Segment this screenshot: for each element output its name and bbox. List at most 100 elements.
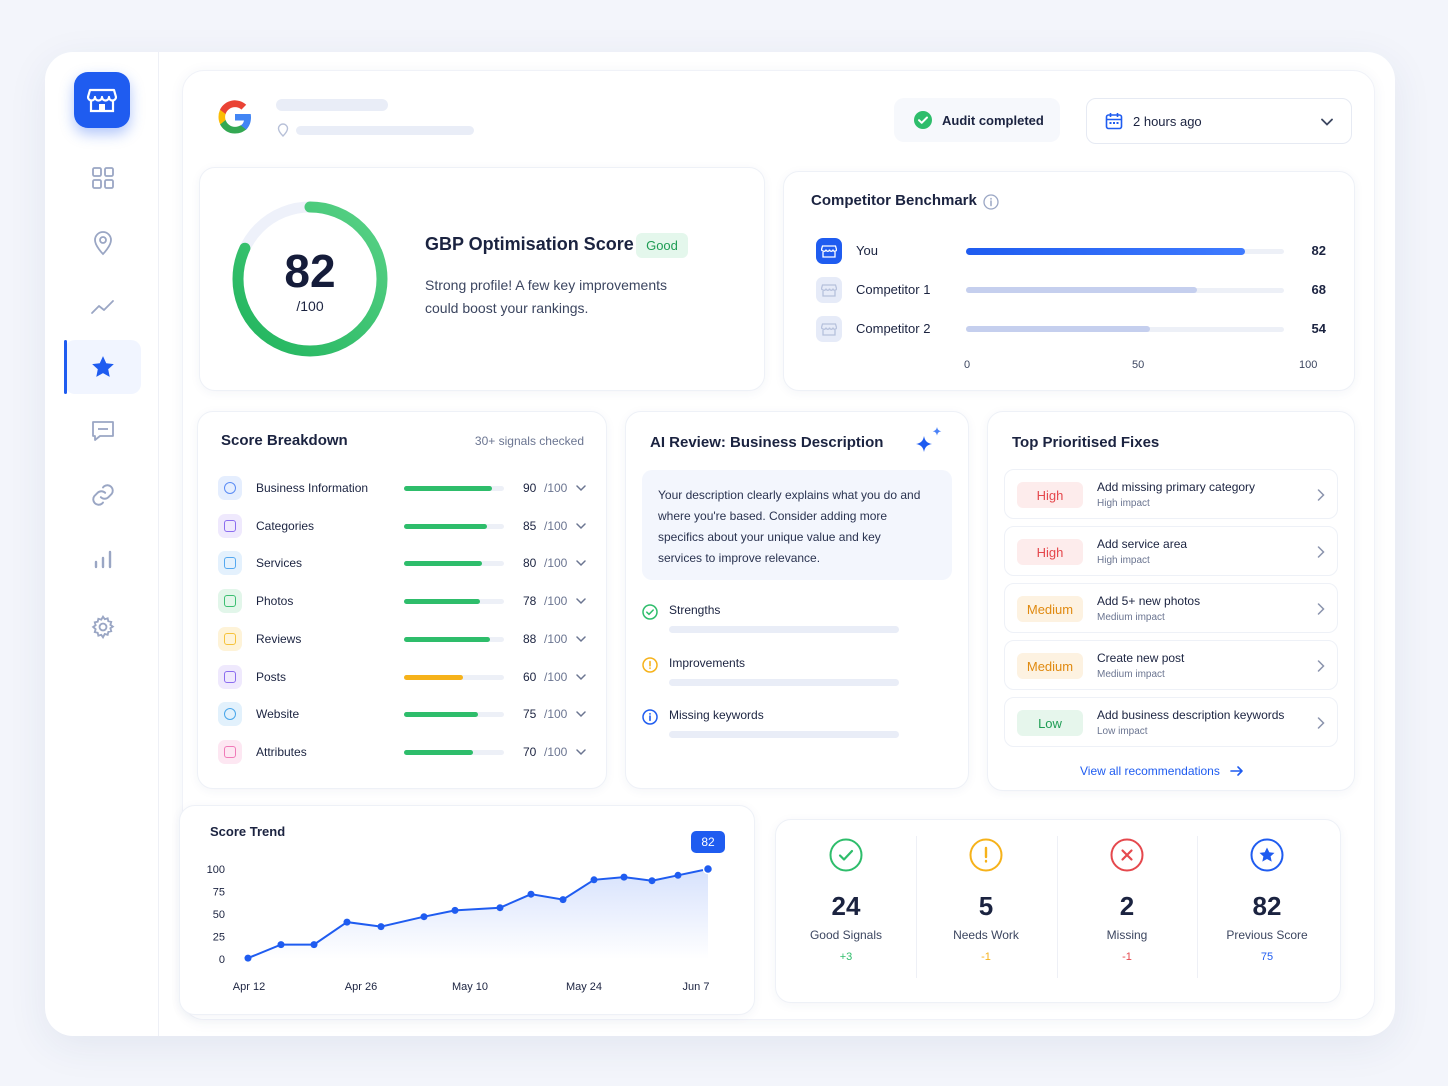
ai-review-item-improvements[interactable]: Improvements (642, 654, 942, 694)
nav-locations[interactable] (65, 216, 141, 270)
fix-item[interactable]: Medium Add 5+ new photos Medium impact (1004, 583, 1338, 633)
y-tick-label: 75 (213, 887, 225, 899)
check-circle-icon (914, 111, 932, 129)
stat-label: Good Signals (809, 928, 883, 942)
improvements-placeholder (669, 679, 899, 686)
trend-point[interactable] (648, 877, 656, 885)
trend-point[interactable] (674, 871, 682, 879)
trend-point[interactable] (702, 863, 714, 875)
chevron-down-icon[interactable] (576, 711, 586, 718)
chevron-down-icon[interactable] (576, 598, 586, 605)
chevron-right-icon (1317, 489, 1325, 501)
time-range-label: 2 hours ago (1133, 113, 1202, 129)
breakdown-unit: /100 (544, 481, 568, 495)
nav-score[interactable] (64, 340, 141, 394)
benchmark-axis-100: 100 (1299, 359, 1318, 371)
nav-settings[interactable] (65, 600, 141, 654)
chevron-down-icon[interactable] (576, 522, 586, 530)
stat-tile: 5 Needs Work -1 (916, 838, 1056, 963)
benchmark-bar (966, 287, 1197, 293)
score-description-line2: could boost your rankings. (425, 300, 589, 316)
trend-point[interactable] (559, 896, 567, 904)
score-value: 82 (284, 245, 336, 297)
breakdown-row[interactable]: Attributes 70 /100 (218, 738, 590, 766)
calendar-icon (1105, 113, 1123, 130)
benchmark-row: You 82 (816, 238, 1326, 264)
storefront-logo-button[interactable] (74, 72, 130, 128)
breakdown-bar (404, 749, 473, 755)
breakdown-row[interactable]: Posts 60 /100 (218, 663, 590, 691)
view-all-label: View all recommendations (1080, 764, 1220, 778)
breakdown-row[interactable]: Photos 78 /100 (218, 587, 590, 615)
trend-point[interactable] (496, 904, 504, 912)
breakdown-score: 80 (523, 556, 537, 571)
x-circle-icon (1110, 838, 1144, 872)
benchmark-axis-50: 50 (1132, 359, 1145, 371)
chevron-down-icon[interactable] (576, 560, 586, 567)
trend-point[interactable] (451, 906, 459, 914)
trend-point[interactable] (527, 890, 535, 898)
trend-point[interactable] (244, 954, 252, 962)
benchmark-label: You (856, 243, 878, 258)
top-fixes-card: Top Prioritised Fixes High Add missing p… (987, 411, 1355, 791)
trend-point[interactable] (420, 913, 428, 921)
trend-point[interactable] (620, 873, 628, 881)
nav-analytics[interactable] (65, 532, 141, 586)
ai-review-item-strengths[interactable]: Strengths (642, 601, 942, 641)
fix-impact: High impact (1097, 555, 1150, 566)
arrow-right-icon (1230, 766, 1243, 776)
fix-impact: Low impact (1097, 726, 1148, 737)
fix-item[interactable]: High Add missing primary category High i… (1004, 469, 1338, 519)
stat-label: Needs Work (953, 928, 1019, 942)
nav-dashboard[interactable] (65, 151, 141, 205)
breakdown-label: Photos (256, 594, 294, 609)
trend-point[interactable] (310, 941, 318, 949)
priority-badge: Low (1017, 710, 1083, 736)
breakdown-title: Score Breakdown (221, 432, 348, 449)
chevron-down-icon[interactable] (576, 636, 586, 643)
benchmark-value: 82 (1311, 243, 1326, 258)
nav-messages[interactable] (65, 404, 141, 458)
breakdown-row[interactable]: Business Information 90 /100 (218, 474, 590, 502)
trend-point[interactable] (590, 876, 598, 884)
chart-end-label: 82 (691, 831, 725, 853)
score-description-line1: Strong profile! A few key improvements (425, 277, 667, 293)
ai-review-item-missing-keywords[interactable]: Missing keywords (642, 706, 942, 746)
gear-icon (91, 615, 115, 640)
breakdown-bar (404, 523, 487, 529)
breakdown-row[interactable]: Categories 85 /100 (218, 512, 590, 540)
nav-trends[interactable] (65, 280, 141, 334)
category-icon (218, 513, 242, 538)
storefront-icon (816, 316, 842, 342)
chevron-down-icon[interactable] (576, 485, 586, 492)
breakdown-unit: /100 (544, 594, 568, 609)
trend-point[interactable] (343, 918, 351, 926)
improvements-label: Improvements (669, 656, 746, 670)
business-address-placeholder (296, 126, 474, 135)
stat-value: 82 (1252, 891, 1282, 921)
breakdown-row[interactable]: Website 75 /100 (218, 700, 590, 728)
optimisation-score-card: 82 /100 GBP Optimisation Score Good Stro… (199, 167, 765, 391)
breakdown-bar (404, 712, 478, 718)
nav-links[interactable] (65, 468, 141, 522)
chevron-down-icon[interactable] (576, 673, 586, 681)
location-pin-icon (277, 123, 289, 142)
view-all-recommendations-link[interactable]: View all recommendations (1080, 764, 1244, 778)
trend-point[interactable] (277, 941, 285, 949)
fix-impact: Medium impact (1097, 669, 1165, 680)
trend-point[interactable] (377, 923, 385, 931)
chevron-down-icon[interactable] (576, 749, 586, 756)
fix-title: Add 5+ new photos (1097, 594, 1201, 608)
fix-item[interactable]: High Add service area High impact (1004, 526, 1338, 576)
fix-item[interactable]: Medium Create new post Medium impact (1004, 640, 1338, 690)
warning-circle-icon (642, 657, 658, 673)
breakdown-score: 78 (523, 594, 537, 609)
chart-end-value: 82 (701, 835, 715, 849)
breakdown-row[interactable]: Services 80 /100 (218, 549, 590, 577)
benchmark-value: 68 (1311, 282, 1326, 297)
time-range-dropdown[interactable]: 2 hours ago (1086, 98, 1352, 144)
fix-item[interactable]: Low Add business description keywords Lo… (1004, 697, 1338, 747)
review-star-icon (218, 626, 242, 651)
info-icon[interactable] (983, 194, 999, 210)
breakdown-row[interactable]: Reviews 88 /100 (218, 625, 590, 653)
